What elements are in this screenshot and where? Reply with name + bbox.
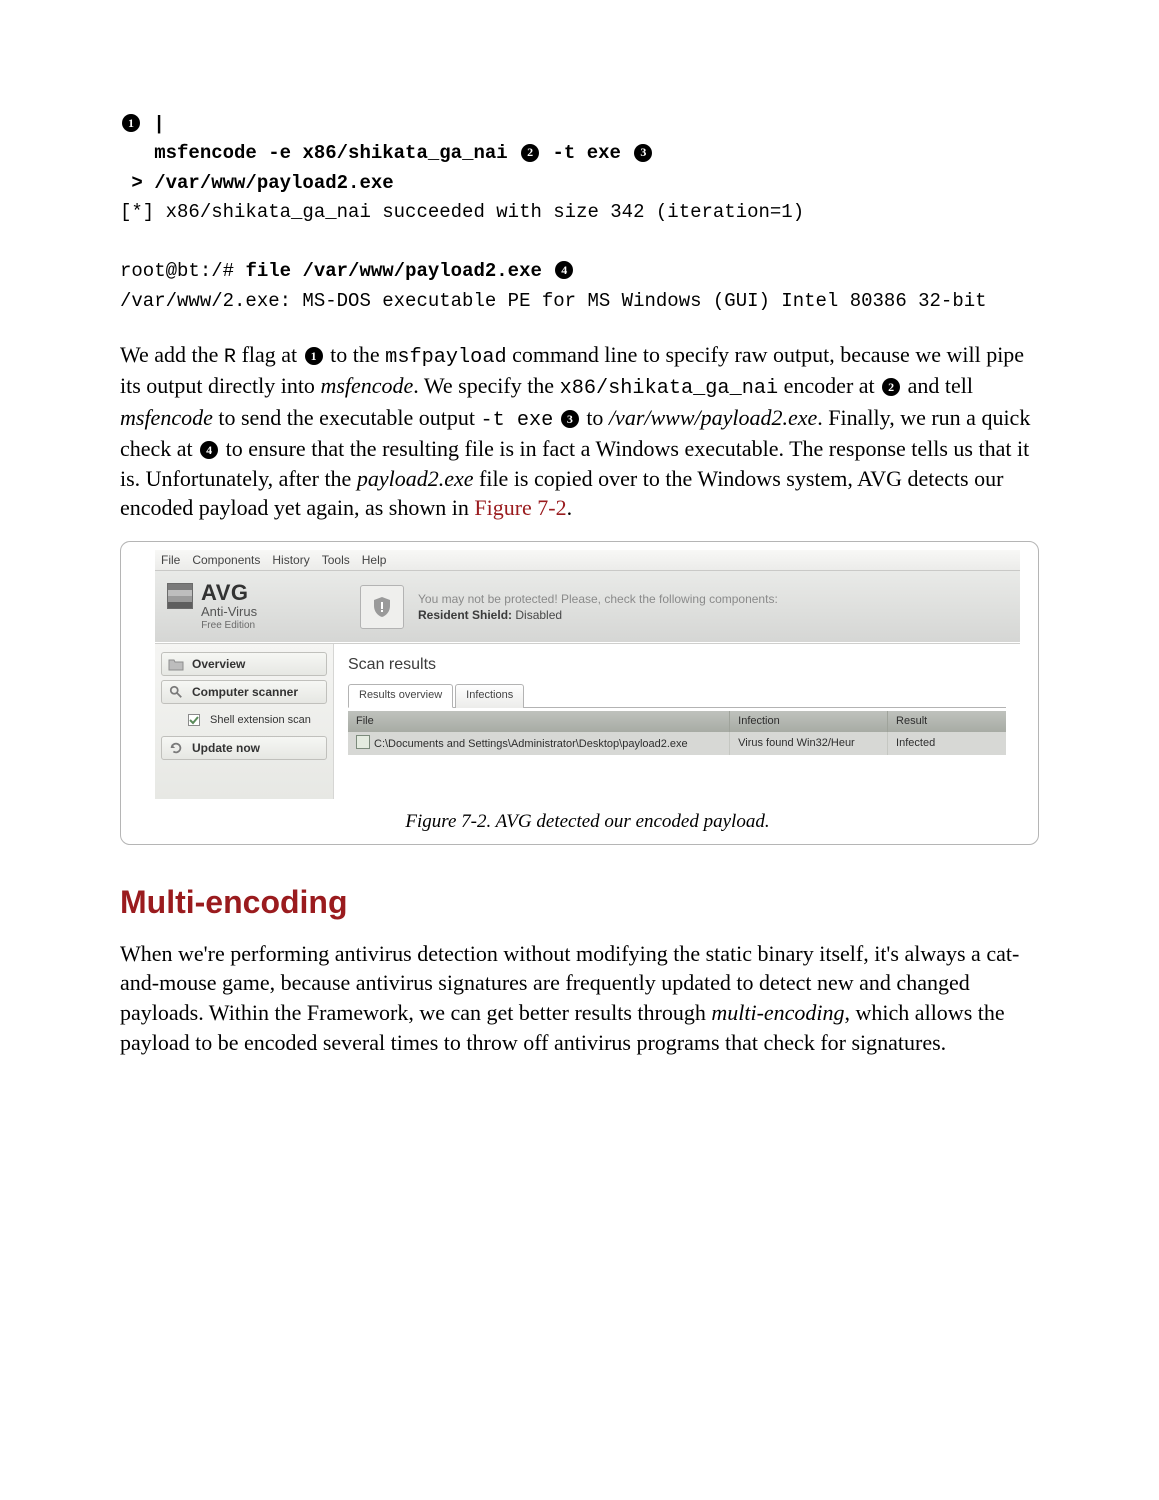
avg-name: AVG [201,581,257,605]
figure-7-2-link[interactable]: Figure 7-2 [474,495,566,520]
text: and tell [902,373,973,398]
payload2-ref: payload2.exe [357,466,474,491]
avg-header: AVG Anti-Virus Free Edition You may not … [155,571,1020,643]
avg-brand: AVG Anti-Virus Free Edition [155,571,344,642]
avg-warning-text: You may not be protected! Please, check … [418,591,778,623]
sidebar-item-shell-scan[interactable]: Shell extension scan [161,708,327,732]
callout-ref-3: 3 [561,410,579,428]
text: We add the [120,342,224,367]
text: encoder at [778,373,880,398]
code-t-exe: -t exe [553,142,621,164]
table-header-row: File Infection Result [348,711,1006,732]
callout-2: 2 [521,144,539,162]
callout-3: 3 [634,144,652,162]
tab-infections[interactable]: Infections [455,684,524,708]
tab-results-overview[interactable]: Results overview [348,684,453,708]
warning-line2: Resident Shield: Disabled [418,607,778,623]
sidebar-item-label: Overview [192,657,245,671]
code-output-2: /var/www/2.exe: MS-DOS executable PE for… [120,290,987,312]
sidebar-item-update[interactable]: Update now [161,736,327,760]
resident-shield-value: Disabled [515,608,562,622]
code-pipe: | [153,113,164,135]
shield-warning-icon [360,585,404,629]
callout-4: 4 [555,261,573,279]
tabs: Results overview Infections [348,683,1006,708]
texe-ref: -t exe [480,409,553,432]
sidebar-item-scanner[interactable]: Computer scanner [161,680,327,704]
menu-help[interactable]: Help [362,552,387,568]
path-ref: /var/www/payload2.exe [609,405,817,430]
code-output-1: [*] x86/shikata_ga_nai succeeded with si… [120,201,804,223]
text: flag at [236,342,303,367]
paragraph-2: When we're performing antivirus detectio… [120,939,1039,1058]
col-file[interactable]: File [348,711,730,732]
callout-ref-4: 4 [200,441,218,459]
section-heading-multi-encoding: Multi-encoding [120,881,1039,924]
checkbox-icon [186,713,202,727]
avg-sidebar: Overview Computer scanner Shell extensio… [155,644,334,799]
text: to [581,405,609,430]
menu-history[interactable]: History [272,552,309,568]
msfpayload-ref: msfpayload [385,346,506,369]
text: . We specify the [413,373,559,398]
warning-line1: You may not be protected! Please, check … [418,591,778,607]
menu-tools[interactable]: Tools [322,552,350,568]
cell-file-text: C:\Documents and Settings\Administrator\… [374,738,688,750]
callout-1: 1 [122,114,140,132]
col-result[interactable]: Result [888,711,1006,732]
avg-edition: Free Edition [201,620,257,631]
avg-body: Overview Computer scanner Shell extensio… [155,644,1020,799]
code-block: 1 | msfencode -e x86/shikata_ga_nai 2 -t… [120,110,1039,316]
code-file-cmd: file /var/www/payload2.exe [245,260,541,282]
menu-file[interactable]: File [161,552,180,568]
avg-window: File Components History Tools Help AVG A… [155,550,1020,799]
cell-file: C:\Documents and Settings\Administrator\… [348,732,730,755]
callout-ref-1: 1 [305,347,323,365]
msfencode-ref-2: msfencode [120,405,213,430]
text: to the [325,342,386,367]
scan-results-title: Scan results [348,654,1006,676]
paragraph-1: We add the R flag at 1 to the msfpayload… [120,340,1039,523]
col-infection[interactable]: Infection [730,711,888,732]
sidebar-item-label: Update now [192,741,260,755]
avg-menubar: File Components History Tools Help [155,550,1020,571]
msfencode-ref: msfencode [320,373,413,398]
avg-warning-panel: You may not be protected! Please, check … [344,571,1020,642]
r-flag: R [224,346,236,369]
text: . [567,495,573,520]
sidebar-item-overview[interactable]: Overview [161,652,327,676]
figure-7-2: File Components History Tools Help AVG A… [120,541,1039,845]
avg-main: Scan results Results overview Infections… [334,644,1020,799]
resident-shield-label: Resident Shield: [418,608,512,622]
multi-encoding-term: multi-encoding [711,1000,844,1025]
text: to send the executable output [213,405,481,430]
cell-infection: Virus found Win32/Heur [730,732,888,755]
figure-caption: Figure 7-2. AVG detected our encoded pay… [155,809,1020,835]
magnifier-icon [168,685,184,699]
code-prompt: root@bt:/# [120,260,234,282]
code-redirect: > /var/www/payload2.exe [131,172,393,194]
table-row[interactable]: C:\Documents and Settings\Administrator\… [348,732,1006,755]
sidebar-item-label: Shell extension scan [210,714,311,726]
cell-result: Infected [888,732,1006,755]
page: 1 | msfencode -e x86/shikata_ga_nai 2 -t… [0,0,1159,1185]
refresh-icon [168,741,184,755]
scan-results-table: File Infection Result C:\Documents and S… [348,711,1006,755]
encoder-ref: x86/shikata_ga_nai [560,377,779,400]
avg-brand-text: AVG Anti-Virus Free Edition [201,581,257,630]
avg-product: Anti-Virus [201,605,257,619]
sidebar-item-label: Computer scanner [192,685,298,699]
exe-file-icon [356,735,370,749]
callout-ref-2: 2 [882,378,900,396]
menu-components[interactable]: Components [192,552,260,568]
code-msfencode-cmd: msfencode -e x86/shikata_ga_nai [154,142,507,164]
folder-icon [168,657,184,671]
avg-logo-icon [167,583,193,609]
